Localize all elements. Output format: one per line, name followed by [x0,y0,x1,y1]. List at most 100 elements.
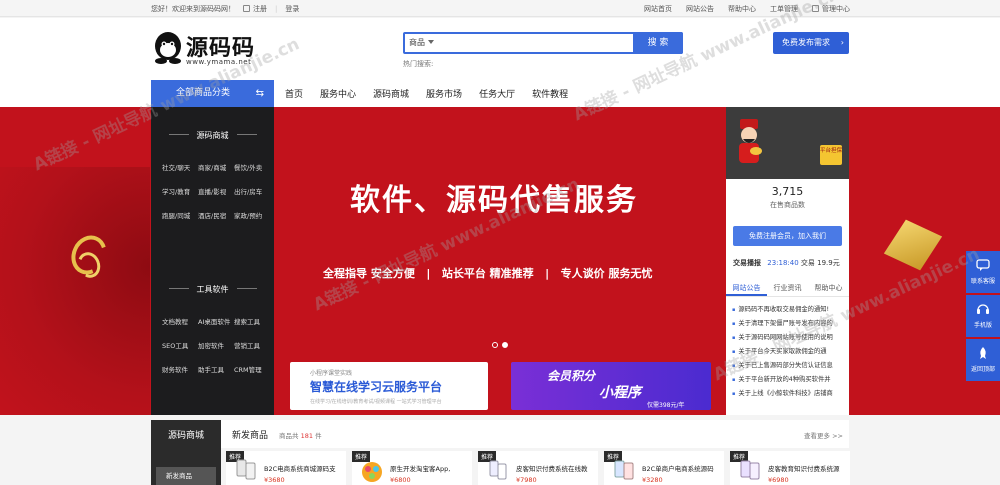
search-scope-select[interactable]: 商品 [409,37,434,48]
product-thumbnail [614,460,634,480]
product-name: B2C单商户电商系统源码 [642,465,714,473]
banner-headline: 软件、源码代售服务 [350,183,638,218]
news-item[interactable]: 关于清理下架僵尸账号发布内容的 [732,317,844,331]
category-item[interactable]: 加密软件 [198,340,234,350]
info-tabs: 网站公告 行业资讯 帮助中心 [726,279,849,297]
gold-cube-decoration [883,219,943,271]
edit-icon [243,5,250,12]
topbar-link-home[interactable]: 网站首页 [644,4,672,14]
topbar-link-ticket[interactable]: 工单管理 [770,4,798,14]
contact-service-button[interactable]: 联系客服 [966,251,1000,293]
topbar-link-help[interactable]: 帮助中心 [728,4,756,14]
goods-count: 3,715 [771,185,804,198]
manage-center-link[interactable]: 管理中心 [812,4,850,14]
new-goods-side-button[interactable]: 新发商品 [156,467,216,485]
promo-card-points[interactable]: 会员积分 小程序 仅需398元/年 [511,362,711,410]
category-item[interactable]: 财务软件 [162,364,198,374]
new-goods-count: 商品共 181 件 [279,432,322,440]
product-thumbnail [362,462,382,482]
side-toolbar: 联系客服 手机版 返回顶部 [966,251,1000,383]
swap-icon: ⇆ [255,88,264,99]
product-price: ¥3680 [264,476,285,484]
topbar-link-notice[interactable]: 网站公告 [686,4,714,14]
category-item[interactable]: 文档教程 [162,316,198,326]
nav-service-market[interactable]: 服务市场 [426,87,462,100]
register-link[interactable]: 注册 [243,4,267,14]
promo-title-1: 会员积分 [547,369,596,383]
search-box: 商品 搜 索 [403,32,683,54]
category-item[interactable]: 出行/房车 [234,186,270,196]
headset-icon [977,304,989,314]
news-item[interactable]: 关于平台今天买家取款佣金的通 [732,345,844,359]
welcome-text: 您好！欢迎来到源码码网！ [151,5,235,13]
category-item[interactable]: 家政/预约 [234,210,270,220]
news-item[interactable]: 关于上线《小鲸软件科技》店铺商 [732,387,844,401]
category-item[interactable]: 餐饮/外卖 [234,162,270,172]
view-more-link[interactable]: 查看更多 >> [804,430,843,440]
category-item[interactable]: 助手工具 [198,364,234,374]
login-link[interactable]: 登录 [285,4,299,14]
side-title: 源码商城 [167,431,204,441]
nav-software-tutorial[interactable]: 软件教程 [532,87,568,100]
category-item[interactable]: CRM管理 [234,364,270,374]
carousel-dot-1[interactable] [492,342,498,348]
product-name: 皮客教育知识付费系统源 [768,465,840,473]
category-item[interactable]: 营销工具 [234,340,270,350]
category-item[interactable]: 学习/教育 [162,186,198,196]
category-grid-source: 社交/聊天 商家/商城 餐饮/外卖 学习/教育 直播/影视 出行/房车 跑腿/同… [162,162,270,220]
product-card[interactable]: 推荐 皮客教育知识付费系统源 ¥6980 [730,451,850,485]
product-name: 原生开发淘宝客App, [390,465,451,473]
nav-task-hall[interactable]: 任务大厅 [479,87,515,100]
product-card[interactable]: 推荐 B2C单商户电商系统源码 ¥3280 [604,451,724,485]
news-item[interactable]: 关于已上售源码部分失信认证信息 [732,359,844,373]
news-item[interactable]: 源码码不再收取交易佣金的通知! [732,303,844,317]
category-item[interactable]: 搜索工具 [234,316,270,326]
tab-notice[interactable]: 网站公告 [726,279,767,296]
category-item[interactable]: 跑腿/同城 [162,210,198,220]
category-item[interactable]: 商家/商城 [198,162,234,172]
news-list: 源码码不再收取交易佣金的通知! 关于清理下架僵尸账号发布内容的 关于源码码网网站… [732,303,844,401]
join-member-button[interactable]: 免费注册会员，加入我们 [733,226,842,246]
promo-title: 智慧在线学习云服务平台 [310,380,443,394]
top-bar: 您好！欢迎来到源码码网！ 注册 | 登录 网站首页 网站公告 帮助中心 工单管理… [0,0,1000,17]
product-price: ¥7980 [516,476,537,484]
product-thumbnail [236,459,256,480]
category-group-title: 源码商城 [151,130,274,141]
mobile-version-button[interactable]: 手机版 [966,295,1000,337]
category-item[interactable]: AI桌面软件 [198,316,234,326]
promo-tag: 小程序课堂实践 [310,370,353,377]
brand-domain: www.ymama.net [186,58,252,66]
nav-home[interactable]: 首页 [285,87,303,100]
product-card[interactable]: 推荐 B2C电商系统商城源码支 ¥3680 [226,451,346,485]
nav-source-mall[interactable]: 源码商城 [373,87,409,100]
goods-count-label: 在售商品数 [770,201,805,209]
tab-industry-news[interactable]: 行业资讯 [767,279,808,296]
nav-service-center[interactable]: 服务中心 [320,87,356,100]
carousel-dot-2[interactable] [502,342,508,348]
category-grid-tools: 文档教程 AI桌面软件 搜索工具 SEO工具 加密软件 营销工具 财务软件 助手… [162,316,270,374]
new-goods-title: 新发商品 [232,431,269,441]
back-to-top-button[interactable]: 返回顶部 [966,339,1000,381]
tab-help-center[interactable]: 帮助中心 [808,279,849,296]
site-logo[interactable]: 源码码 www.ymama.net [153,30,263,70]
category-item[interactable]: 社交/聊天 [162,162,198,172]
search-button[interactable]: 搜 索 [633,32,683,54]
category-item[interactable]: SEO工具 [162,340,198,350]
hero-banner[interactable]: 软件、源码代售服务 全程指导 安全方便 | 站长平台 精准推荐 | 专人谈价 服… [0,107,1000,415]
new-goods-list: 推荐 B2C电商系统商城源码支 ¥3680 推荐 原生开发淘宝客App, ¥68… [226,451,850,485]
news-item[interactable]: 关于源码码网网站账号使用的说明 [732,331,844,345]
category-item[interactable]: 酒店/民宿 [198,210,234,220]
news-item[interactable]: 关于平台新开放的4种购买软件并 [732,373,844,387]
new-goods-section: 源码商城 新发商品 新发商品 商品共 181 件 查看更多 >> 推荐 B2C电… [0,415,1000,485]
product-card[interactable]: 推荐 原生开发淘宝客App, ¥6800 [352,451,472,485]
category-item[interactable]: 直播/影视 [198,186,234,196]
product-price: ¥3280 [642,476,663,484]
promo-card-learning[interactable]: 小程序课堂实践 智慧在线学习云服务平台 在线学习/在线培训/教育考试/视频课程 … [290,362,488,410]
publish-demand-button[interactable]: 免费发布需求 › [773,32,849,54]
new-goods-header: 新发商品 商品共 181 件 查看更多 >> [221,420,849,448]
product-card[interactable]: 推荐 皮客知识付费系统在线教 ¥7980 [478,451,598,485]
rocket-icon [980,347,986,359]
user-panel: 平台担保 3,715 在售商品数 免费注册会员，加入我们 交易播报 23:18:… [726,107,849,415]
search-input[interactable] [453,36,623,50]
all-categories-button[interactable]: 全部商品分类 ⇆ [151,80,274,107]
